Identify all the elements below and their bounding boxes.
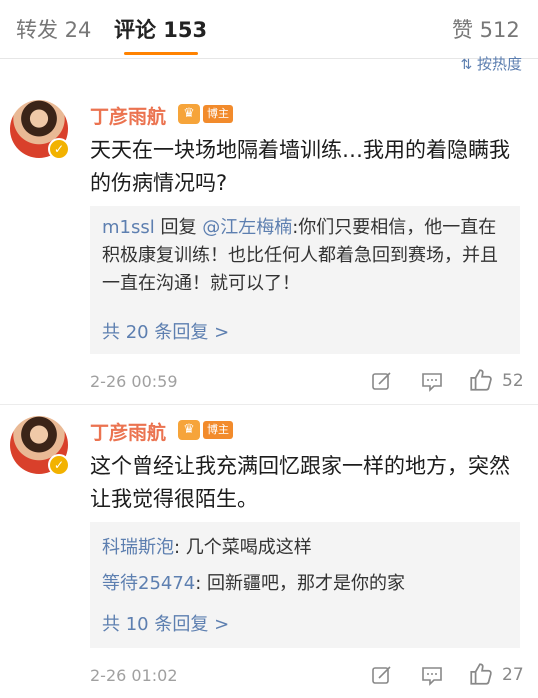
- repost-icon[interactable]: [370, 369, 394, 393]
- comment-time: 2-26 01:02: [90, 666, 178, 685]
- reply-nick[interactable]: 科瑞斯泡: [102, 537, 174, 558]
- verified-badge-icon: ✓: [48, 454, 70, 476]
- comment-text: 天天在一块场地隔着墙训练…我用的着隐瞒我的伤病情况吗?: [90, 138, 510, 195]
- reply-text: : 回新疆吧，那才是你的家: [195, 573, 406, 594]
- comment-icon[interactable]: [420, 369, 444, 393]
- reply-line: 科瑞斯泡: 几个菜喝成这样: [102, 534, 510, 562]
- sort-label: 按热度: [476, 55, 522, 72]
- reply-nick[interactable]: m1ssl: [102, 217, 155, 238]
- blogger-badge: 博主: [203, 421, 233, 439]
- comment-icon[interactable]: [420, 663, 444, 687]
- like-count: 52: [502, 371, 524, 391]
- reply-box[interactable]: m1ssl 回复 @江左梅楠:你们只要相信，他一直在积极康复训练！也比任何人都着…: [90, 206, 520, 354]
- reply-text: : 几个菜喝成这样: [174, 537, 312, 558]
- tab-likes[interactable]: 赞 512: [452, 14, 520, 44]
- comment-text: 这个曾经让我充满回忆跟家一样的地方，突然让我觉得很陌生。: [90, 454, 510, 511]
- comment-username[interactable]: 丁彦雨航: [90, 102, 166, 129]
- reply-mention[interactable]: @江左梅楠: [202, 217, 292, 238]
- blogger-badge: 博主: [203, 105, 233, 123]
- crown-icon: ♛: [178, 104, 200, 124]
- crown-icon: ♛: [178, 420, 200, 440]
- comment-time: 2-26 00:59: [90, 372, 178, 391]
- reply-line: m1ssl 回复 @江左梅楠:你们只要相信，他一直在积极康复训练！也比任何人都着…: [102, 214, 510, 298]
- reply-middle: 回复: [154, 217, 203, 238]
- like-icon[interactable]: [468, 367, 494, 393]
- verified-badge-icon: ✓: [48, 138, 70, 160]
- more-replies-link[interactable]: 共 10 条回复 >: [102, 610, 229, 636]
- tab-repost[interactable]: 转发 24: [16, 14, 91, 44]
- comment-username[interactable]: 丁彦雨航: [90, 418, 166, 445]
- reply-nick[interactable]: 等待25474: [102, 573, 195, 594]
- like-icon[interactable]: [468, 661, 494, 687]
- repost-icon[interactable]: [370, 663, 394, 687]
- sort-toggle[interactable]: ⇅ 按热度: [460, 50, 522, 72]
- comment-divider: [0, 404, 538, 405]
- comment-tabs: 转发 24 评论 153 赞 512: [0, 0, 538, 59]
- reply-line: 等待25474: 回新疆吧，那才是你的家: [102, 570, 510, 598]
- tab-comments[interactable]: 评论 153: [114, 14, 207, 44]
- sort-icon: ⇅: [460, 57, 473, 72]
- reply-box[interactable]: 科瑞斯泡: 几个菜喝成这样 等待25474: 回新疆吧，那才是你的家 共 10 …: [90, 522, 520, 648]
- active-tab-indicator: [124, 52, 198, 55]
- like-count: 27: [502, 665, 524, 685]
- more-replies-link[interactable]: 共 20 条回复 >: [102, 318, 229, 344]
